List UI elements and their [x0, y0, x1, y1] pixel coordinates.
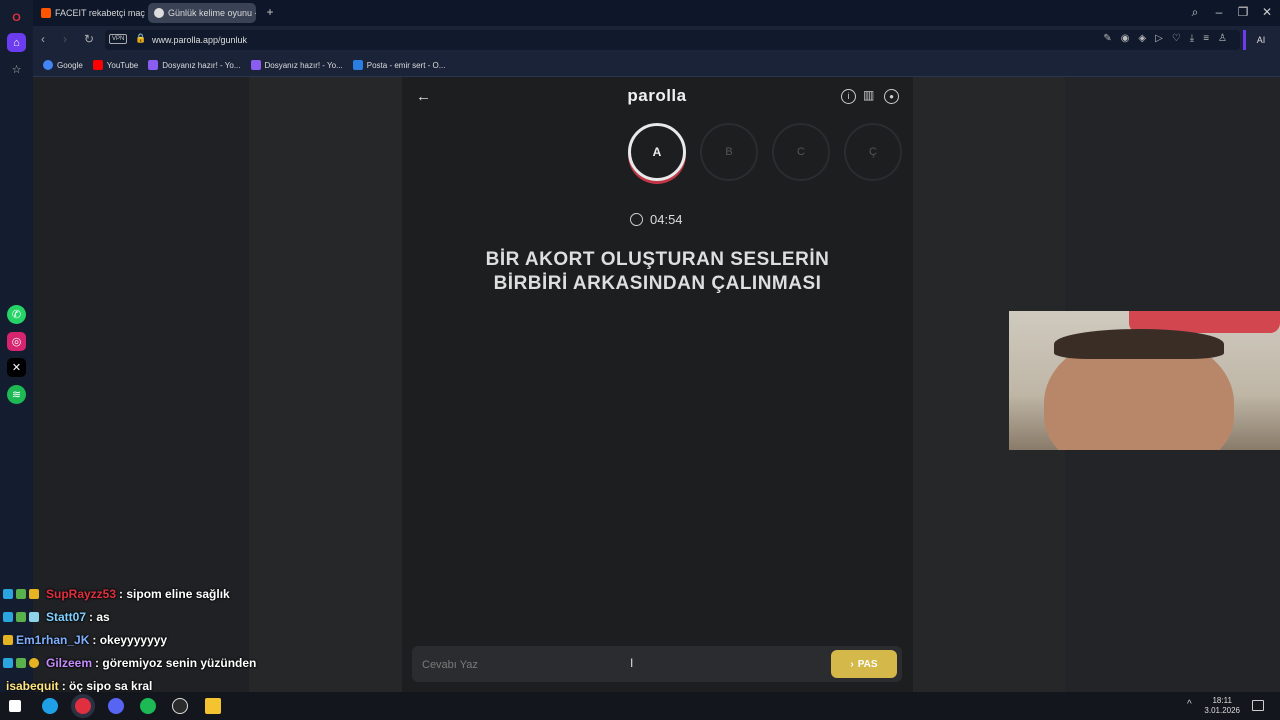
discord-icon[interactable] — [108, 698, 124, 714]
back-arrow-icon[interactable]: ← — [416, 88, 431, 105]
chat-message: SupRayzz53 : sipom eline sağlık — [3, 582, 303, 605]
home-icon[interactable]: ⌂ — [7, 33, 26, 52]
tab-label: Günlük kelime oyunu - pa — [168, 8, 256, 18]
chat-message: Statt07 : as — [3, 605, 303, 628]
profile-icon[interactable]: ● — [884, 89, 899, 104]
badge-icon — [3, 657, 13, 668]
chat-message: Gilzeem : göremiyoz senin yüzünden — [3, 651, 303, 674]
pass-label: PAS — [857, 658, 878, 670]
webcam-hair — [1054, 329, 1224, 359]
timer: 04:54 — [650, 212, 683, 227]
badge-icon — [16, 588, 26, 599]
close-button[interactable]: ✕ — [1257, 5, 1277, 19]
stats-icon[interactable]: ▥ — [863, 88, 874, 102]
parolla-favicon-icon — [154, 8, 164, 18]
restore-button[interactable]: ❐ — [1233, 5, 1253, 19]
chat-username[interactable]: SupRayzz53 — [46, 586, 116, 602]
stream-chat: SupRayzz53 : sipom eline sağlık Statt07 … — [3, 582, 303, 697]
letter-circle-c: C — [772, 123, 830, 181]
whatsapp-icon[interactable]: ✆ — [7, 305, 26, 324]
ai-label: AI — [1256, 35, 1266, 45]
vpn-badge[interactable]: VPN — [109, 34, 128, 44]
badge-icon — [3, 588, 13, 599]
instagram-icon[interactable]: ◎ — [7, 332, 26, 351]
pass-button[interactable]: › PAS — [831, 650, 897, 678]
star-icon[interactable]: ☆ — [7, 60, 26, 79]
question-text: BİR AKORT OLUŞTURAN SESLERİN BİRBİRİ ARK… — [405, 248, 910, 296]
edge-icon[interactable] — [42, 698, 58, 714]
answer-input[interactable] — [420, 654, 824, 676]
bookmark-posta[interactable]: Posta - emir sert - O... — [352, 60, 445, 70]
notification-icon[interactable] — [1252, 700, 1264, 711]
windows-start-icon[interactable] — [9, 700, 21, 712]
question-line-1: BİR AKORT OLUŞTURAN SESLERİN — [485, 249, 830, 270]
mail-icon — [352, 60, 363, 70]
opera-icon[interactable] — [75, 698, 91, 714]
tab-bar: FACEIT rekabetçi maç - FA Günlük kelime … — [33, 0, 1280, 26]
app-title: parolla — [627, 86, 687, 105]
spotify-icon[interactable] — [140, 698, 156, 714]
minimize-button[interactable]: – — [1209, 5, 1229, 19]
answer-bar: I › PAS — [412, 646, 902, 682]
system-clock[interactable]: 18:11 3.01.2026 — [1204, 696, 1240, 716]
chat-message: Em1rhan_JK : okeyyyyyyy — [3, 628, 303, 651]
badge-icon — [3, 611, 13, 622]
new-tab-button[interactable]: + — [260, 5, 280, 19]
clock-icon — [630, 213, 643, 226]
tab-parolla[interactable]: Günlük kelime oyunu - pa — [148, 3, 256, 23]
bookmark-youtube[interactable]: YouTube — [92, 60, 138, 70]
bookmark-dosya-1[interactable]: Dosyanız hazır! - Yo... — [148, 60, 241, 70]
letter-circle-a: A — [628, 123, 686, 181]
bookmark-google[interactable]: Google — [43, 60, 83, 70]
chat-text: : göremiyoz senin yüzünden — [95, 655, 257, 670]
back-icon[interactable]: ‹ — [41, 32, 45, 46]
text-cursor-icon: I — [630, 656, 634, 670]
ai-button[interactable]: AI — [1243, 30, 1276, 50]
url-text: www.parolla.app/gunluk — [152, 35, 248, 45]
clock-date: 3.01.2026 — [1204, 706, 1240, 715]
google-icon — [43, 60, 53, 70]
windows-taskbar: ^ 18:11 3.01.2026 — [0, 692, 1280, 720]
badge-icon — [16, 657, 26, 668]
info-icon[interactable]: i — [841, 89, 856, 104]
tray-chevron-icon[interactable]: ^ — [1187, 699, 1192, 710]
webcam-overlay — [1009, 311, 1280, 450]
badge-icon — [29, 611, 39, 622]
url-field[interactable]: VPN 🔒 www.parolla.app/gunluk ✎◉◈▷♡⤓≡♙ — [105, 30, 1240, 50]
chat-text: : okeyyyyyyy — [92, 632, 168, 647]
spotify-icon[interactable]: ≋ — [7, 385, 26, 404]
crown-icon — [29, 588, 39, 599]
chevron-right-icon: › — [850, 658, 854, 670]
letter-circle-cc: Ç — [844, 123, 902, 181]
bookmarks-bar: Google YouTube Dosyanız hazır! - Yo... D… — [33, 54, 1280, 77]
youtube-icon — [92, 60, 103, 70]
obs-icon[interactable] — [172, 698, 188, 714]
warning-icon — [29, 657, 39, 668]
file-icon — [250, 60, 261, 70]
bookmark-dosya-2[interactable]: Dosyanız hazır! - Yo... — [250, 60, 343, 70]
chat-text: : as — [89, 609, 110, 624]
chat-text: : sipom eline sağlık — [119, 586, 230, 601]
question-line-2: BİRBİRİ ARKASINDAN ÇALINMASI — [493, 273, 822, 294]
badge-icon — [16, 611, 26, 622]
chat-username[interactable]: Statt07 — [46, 609, 86, 625]
x-twitter-icon[interactable]: ✕ — [7, 358, 26, 377]
lock-icon: 🔒 — [135, 33, 147, 43]
tab-label: FACEIT rekabetçi maç - FA — [55, 8, 147, 18]
clock-time: 18:11 — [1212, 696, 1232, 705]
letter-circle-b: B — [700, 123, 758, 181]
forward-icon[interactable]: › — [63, 32, 67, 46]
toolbar-icons: ✎◉◈▷♡⤓≡♙ — [1103, 33, 1236, 44]
chat-username[interactable]: Gilzeem — [46, 655, 92, 671]
tab-faceit[interactable]: FACEIT rekabetçi maç - FA — [35, 3, 147, 23]
crown-icon — [3, 634, 13, 645]
faceit-icon — [41, 8, 51, 18]
notes-icon[interactable] — [205, 698, 221, 714]
chat-username[interactable]: Em1rhan_JK — [16, 632, 89, 648]
search-tabs-icon[interactable]: ⌕ — [1185, 5, 1205, 20]
opera-logo-icon[interactable]: O — [7, 8, 26, 27]
file-icon — [148, 60, 159, 70]
address-bar: ‹ › ↻ VPN 🔒 www.parolla.app/gunluk ✎◉◈▷♡… — [33, 26, 1280, 54]
reload-icon[interactable]: ↻ — [84, 32, 94, 46]
